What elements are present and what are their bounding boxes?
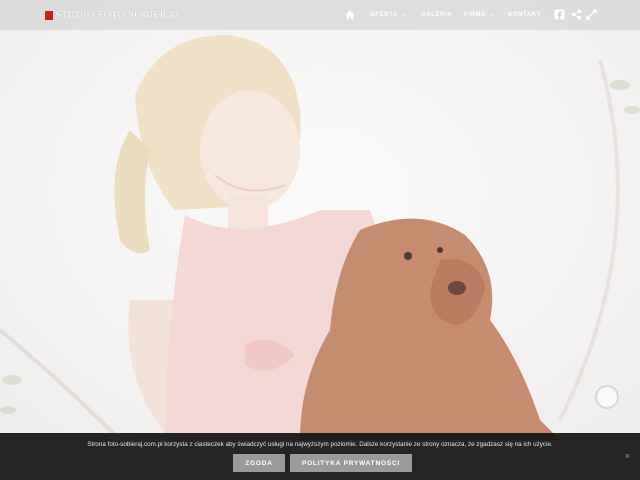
cookie-consent-bar: Strona foto-sobieraj.com.pl korzysta z c… — [0, 433, 640, 480]
logo-mark-icon — [45, 10, 53, 20]
agree-button[interactable]: ZGODA — [233, 454, 285, 472]
nav-item-kontakt[interactable]: KONTAKT — [508, 12, 541, 18]
nav-item-oferta[interactable]: OFERTA ⌄ — [370, 12, 406, 18]
top-navbar: STUDIO FOTO SOBIERAJ OFERTA ⌄ GALERIA FIR… — [0, 0, 640, 30]
close-icon[interactable]: × — [623, 452, 632, 461]
nav-item-galeria[interactable]: GALERIA — [421, 12, 452, 18]
hero-illustration — [0, 0, 640, 480]
fullscreen-icon[interactable] — [586, 9, 597, 20]
privacy-policy-button[interactable]: POLITYKA PRYWATNOŚCI — [290, 454, 412, 472]
brand-name: STUDIO FOTO SOBIERAJ — [55, 9, 179, 21]
hero-photo — [0, 0, 640, 480]
chevron-down-icon: ⌄ — [489, 12, 494, 18]
home-icon[interactable] — [345, 10, 355, 20]
share-icon[interactable] — [571, 9, 582, 20]
nav-item-firma[interactable]: FIRMA ⌄ — [464, 12, 494, 18]
facebook-icon[interactable] — [554, 9, 565, 20]
chevron-down-icon: ⌄ — [400, 12, 406, 18]
cookie-message: Strona foto-sobieraj.com.pl korzysta z c… — [87, 441, 553, 448]
brand-logo[interactable]: STUDIO FOTO SOBIERAJ — [45, 9, 179, 21]
